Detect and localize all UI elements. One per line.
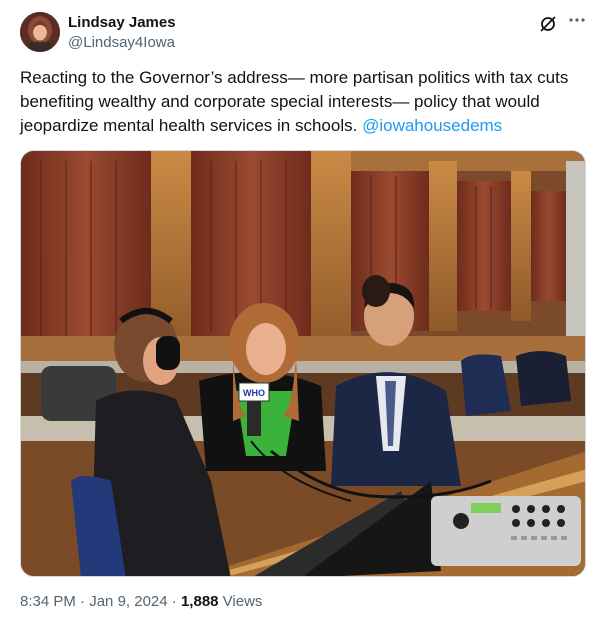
author-display-name[interactable]: Lindsay James	[68, 14, 176, 31]
tweet-date[interactable]: Jan 9, 2024	[89, 593, 167, 610]
avatar-image	[20, 12, 60, 52]
avatar[interactable]	[20, 12, 60, 52]
mention-link[interactable]: @iowahousedems	[362, 116, 502, 135]
more-dots-icon[interactable]	[567, 10, 587, 30]
mic-flag-label: WHO	[243, 388, 265, 398]
meta-separator: ·	[75, 593, 90, 610]
tweet-photo[interactable]: WHO	[20, 150, 586, 577]
tweet-text: Reacting to the Governor’s address— more…	[20, 66, 585, 138]
tweet-meta: 8:34 PM · Jan 9, 2024 · 1,888 Views	[20, 593, 262, 610]
views-count: 1,888	[180, 593, 219, 610]
photo-illustration: WHO	[21, 151, 585, 576]
grok-slash-icon[interactable]	[539, 15, 557, 33]
tweet-time[interactable]: 8:34 PM	[20, 593, 76, 610]
author-handle[interactable]: @Lindsay4Iowa	[68, 34, 175, 51]
views-label: Views	[218, 593, 263, 610]
meta-separator: ·	[167, 593, 181, 610]
